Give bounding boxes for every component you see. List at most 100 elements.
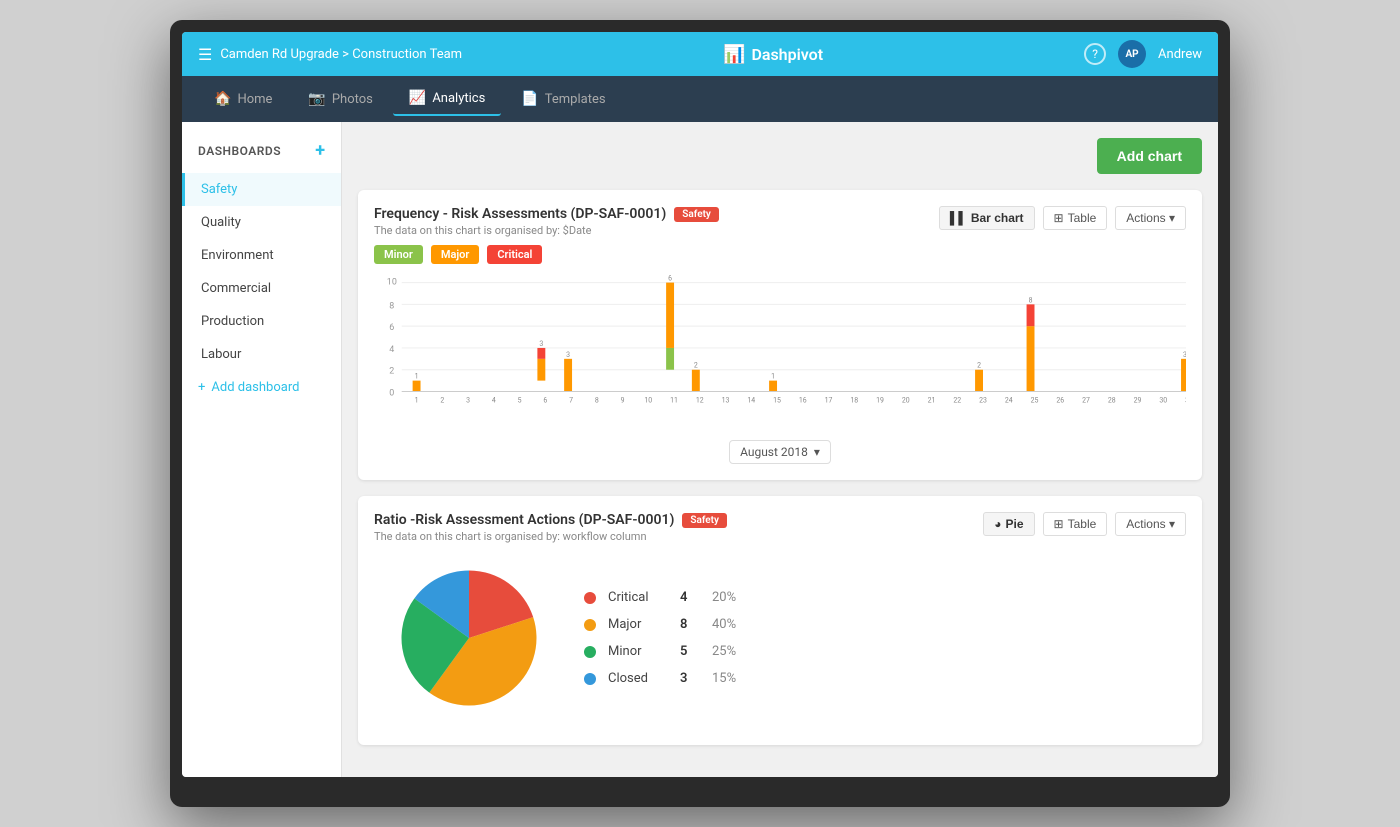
svg-text:3: 3 bbox=[539, 340, 543, 348]
svg-text:23: 23 bbox=[979, 396, 987, 404]
major-count: 8 bbox=[680, 617, 700, 632]
major-label: Major bbox=[608, 617, 668, 632]
chart2-table-button[interactable]: ⊞ Table bbox=[1043, 512, 1108, 536]
chart2-subtitle: The data on this chart is organised by: … bbox=[374, 530, 983, 543]
chart-icon: 📊 bbox=[723, 44, 745, 65]
legend-critical: Critical bbox=[487, 245, 542, 264]
minor-count: 5 bbox=[680, 644, 700, 659]
svg-text:0: 0 bbox=[389, 388, 394, 398]
svg-text:3: 3 bbox=[466, 396, 470, 404]
chart1-title-area: Frequency - Risk Assessments (DP-SAF-000… bbox=[374, 206, 939, 237]
bar-chart-svg: 10 8 6 4 2 0 bbox=[374, 272, 1186, 412]
svg-text:28: 28 bbox=[1108, 396, 1116, 404]
chart1-badge: Safety bbox=[674, 207, 719, 222]
top-bar: ☰ Camden Rd Upgrade > Construction Team … bbox=[182, 32, 1218, 76]
svg-text:2: 2 bbox=[694, 362, 698, 370]
svg-text:1: 1 bbox=[771, 373, 775, 381]
svg-text:15: 15 bbox=[773, 396, 781, 404]
content-header: Add chart bbox=[358, 138, 1202, 174]
svg-text:6: 6 bbox=[543, 396, 547, 404]
svg-text:2: 2 bbox=[440, 396, 444, 404]
chart1-actions-button[interactable]: Actions ▾ bbox=[1115, 206, 1186, 230]
hamburger-icon[interactable]: ☰ bbox=[198, 45, 212, 64]
bar-chart-button[interactable]: ▌▌ Bar chart bbox=[939, 206, 1035, 230]
add-chart-button[interactable]: Add chart bbox=[1097, 138, 1202, 174]
add-dashboard-button[interactable]: + Add dashboard bbox=[182, 371, 341, 404]
nav-bar: 🏠 Home 📷 Photos 📈 Analytics 📄 Templates bbox=[182, 76, 1218, 122]
sidebar-labour-label: Labour bbox=[201, 347, 241, 362]
add-dashboard-icon: + bbox=[198, 380, 205, 395]
svg-text:8: 8 bbox=[389, 301, 394, 311]
chart1-legend: Minor Major Critical bbox=[374, 245, 1186, 264]
svg-text:12: 12 bbox=[696, 396, 704, 404]
chart-card-1: Frequency - Risk Assessments (DP-SAF-000… bbox=[358, 190, 1202, 480]
svg-text:16: 16 bbox=[799, 396, 807, 404]
nav-item-home[interactable]: 🏠 Home bbox=[198, 83, 288, 115]
minor-pct: 25% bbox=[712, 644, 752, 659]
svg-text:25: 25 bbox=[1031, 396, 1039, 404]
critical-label: Critical bbox=[608, 590, 668, 605]
table2-icon: ⊞ bbox=[1054, 517, 1064, 531]
svg-text:21: 21 bbox=[928, 396, 936, 404]
svg-text:11: 11 bbox=[670, 396, 678, 404]
templates-icon: 📄 bbox=[521, 91, 538, 107]
sidebar-item-environment[interactable]: Environment bbox=[182, 239, 341, 272]
date-selector[interactable]: August 2018 ▾ bbox=[729, 440, 831, 464]
chart1-table-button[interactable]: ⊞ Table bbox=[1043, 206, 1108, 230]
pie-legend: Critical 4 20% Major 8 40% bbox=[584, 590, 752, 686]
analytics-icon: 📈 bbox=[409, 90, 426, 106]
chart1-controls: ▌▌ Bar chart ⊞ Table Actions ▾ bbox=[939, 206, 1186, 230]
major-pct: 40% bbox=[712, 617, 752, 632]
sidebar-item-quality[interactable]: Quality bbox=[182, 206, 341, 239]
minor-label: Minor bbox=[608, 644, 668, 659]
svg-text:8: 8 bbox=[595, 396, 599, 404]
avatar: AP bbox=[1118, 40, 1146, 68]
legend-item-critical: Critical 4 20% bbox=[584, 590, 752, 605]
closed-pct: 15% bbox=[712, 671, 752, 686]
app-logo-area: 📊 Dashpivot bbox=[462, 44, 1084, 65]
legend-minor: Minor bbox=[374, 245, 423, 264]
svg-text:2: 2 bbox=[389, 367, 394, 377]
chart1-subtitle: The data on this chart is organised by: … bbox=[374, 224, 939, 237]
sidebar-item-production[interactable]: Production bbox=[182, 305, 341, 338]
sidebar-quality-label: Quality bbox=[201, 215, 241, 230]
pie-chart-button[interactable]: ◕ Pie bbox=[983, 512, 1034, 536]
svg-text:10: 10 bbox=[644, 396, 652, 404]
nav-item-analytics[interactable]: 📈 Analytics bbox=[393, 82, 501, 116]
major-dot bbox=[584, 619, 596, 631]
svg-text:3: 3 bbox=[1183, 351, 1186, 359]
svg-text:1: 1 bbox=[415, 396, 419, 404]
svg-text:4: 4 bbox=[389, 345, 394, 355]
add-dashboard-label: Add dashboard bbox=[211, 380, 299, 395]
svg-text:3: 3 bbox=[566, 351, 570, 359]
nav-item-photos[interactable]: 📷 Photos bbox=[292, 83, 388, 115]
username[interactable]: Andrew bbox=[1158, 47, 1202, 62]
sidebar-environment-label: Environment bbox=[201, 248, 274, 263]
svg-text:13: 13 bbox=[722, 396, 730, 404]
screen: ☰ Camden Rd Upgrade > Construction Team … bbox=[182, 32, 1218, 777]
nav-templates-label: Templates bbox=[545, 92, 606, 107]
sidebar-item-labour[interactable]: Labour bbox=[182, 338, 341, 371]
svg-text:7: 7 bbox=[569, 396, 573, 404]
svg-text:9: 9 bbox=[621, 396, 625, 404]
sidebar-commercial-label: Commercial bbox=[201, 281, 271, 296]
sidebar-production-label: Production bbox=[201, 314, 264, 329]
svg-text:20: 20 bbox=[902, 396, 910, 404]
chart2-controls: ◕ Pie ⊞ Table Actions ▾ bbox=[983, 512, 1186, 536]
chart2-badge: Safety bbox=[682, 513, 727, 528]
pie-chart-area: Critical 4 20% Major 8 40% bbox=[374, 547, 1186, 729]
nav-photos-label: Photos bbox=[332, 92, 373, 107]
top-bar-right: ? AP Andrew bbox=[1084, 40, 1202, 68]
chart2-actions-button[interactable]: Actions ▾ bbox=[1115, 512, 1186, 536]
help-button[interactable]: ? bbox=[1084, 43, 1106, 65]
nav-item-templates[interactable]: 📄 Templates bbox=[505, 83, 621, 115]
sidebar-add-button[interactable]: + bbox=[315, 140, 325, 161]
legend-item-major: Major 8 40% bbox=[584, 617, 752, 632]
sidebar-item-commercial[interactable]: Commercial bbox=[182, 272, 341, 305]
sidebar-item-safety[interactable]: Safety bbox=[182, 173, 341, 206]
svg-text:18: 18 bbox=[850, 396, 858, 404]
chart2-title-area: Ratio -Risk Assessment Actions (DP-SAF-0… bbox=[374, 512, 983, 543]
svg-text:2: 2 bbox=[977, 362, 981, 370]
nav-home-label: Home bbox=[237, 92, 272, 107]
main-layout: Dashboards + Safety Quality Environment … bbox=[182, 122, 1218, 777]
